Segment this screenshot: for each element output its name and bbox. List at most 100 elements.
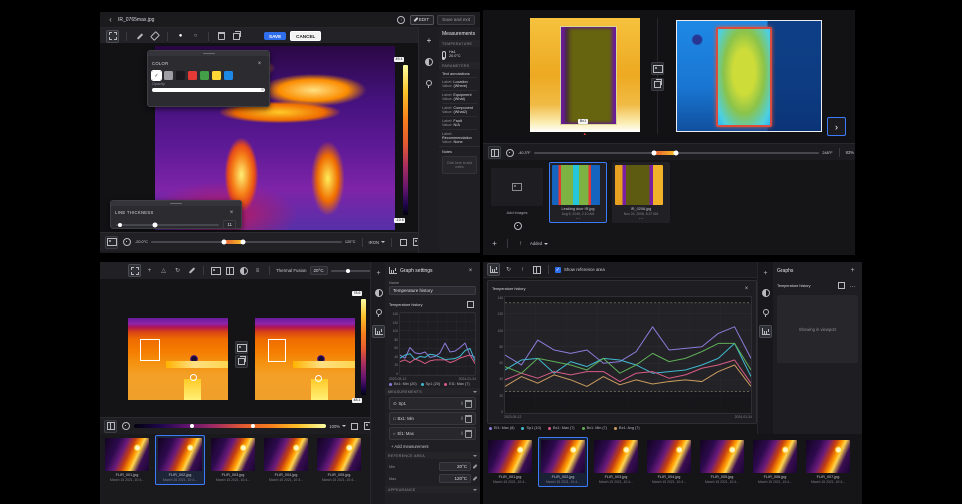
locate-icon[interactable] (512, 220, 523, 231)
color-swatch[interactable] (176, 71, 185, 80)
split-mode-icon[interactable] (224, 265, 235, 276)
measurement-row[interactable]: □ Bx1: Min ‖ (389, 412, 476, 425)
layout-icon[interactable] (531, 264, 542, 275)
export-icon[interactable]: ↑ (517, 264, 528, 275)
chart-icon[interactable] (372, 325, 385, 338)
lightbulb-icon[interactable] (424, 77, 435, 88)
chart-icon[interactable] (759, 325, 772, 338)
range-slider[interactable] (151, 241, 342, 243)
annotation-field[interactable]: Label: Component Value: (What2) (442, 103, 477, 116)
add-measurement-icon[interactable]: + (424, 35, 435, 46)
reference-section-header[interactable]: Reference area (385, 452, 480, 459)
filmstrip-thumb[interactable]: FLIR_002.jpg March 15 2021, 10:4... (155, 435, 205, 485)
thermal-image-left[interactable]: Bx1 ▲ (530, 18, 640, 132)
rotate-icon[interactable]: ↻ (172, 265, 183, 276)
color-swatch[interactable] (164, 71, 173, 80)
spot-measurement-row[interactable]: Hs1 20.0°C (439, 47, 480, 62)
color-swatch[interactable]: ✓ (152, 71, 161, 80)
measurement-row[interactable]: ⊙ Sp1 ‖ (389, 397, 476, 410)
lightbulb-icon[interactable] (760, 306, 771, 317)
sort-dropdown[interactable]: Added (530, 241, 548, 246)
palette-toggle-icon[interactable] (104, 420, 117, 433)
fusion-mode-label[interactable]: Thermal Fusion (276, 268, 307, 273)
annotation-field[interactable]: Label: Recommendation Value: None (442, 129, 477, 146)
add-measurement-icon[interactable]: + (760, 268, 771, 279)
close-icon[interactable]: × (226, 207, 237, 218)
delta-tool-button[interactable]: △ (158, 265, 169, 276)
filled-circle-tool-button[interactable]: ● (175, 31, 186, 42)
filmstrip-thumb[interactable]: FLIR_005.jpg March 15 2021, 10:4... (697, 437, 747, 487)
filmstrip-thumb[interactable]: FLIR_001.jpg March 15 2021, 10:4... (485, 437, 535, 487)
reference-min-input[interactable]: 20°C (439, 462, 471, 471)
sync-pan-icon[interactable] (235, 341, 248, 354)
pen-tool-button[interactable] (134, 31, 145, 42)
close-icon[interactable]: × (465, 265, 476, 276)
outline-circle-tool-button[interactable]: ○ (190, 31, 201, 42)
graph-name-input[interactable]: Temperature history (389, 286, 476, 295)
select-tool-button[interactable] (106, 30, 119, 43)
fit-view-icon[interactable] (349, 421, 360, 432)
range-slider[interactable] (534, 152, 820, 154)
close-icon[interactable]: × (741, 283, 752, 294)
levels-icon[interactable]: ≡ (252, 265, 263, 276)
blend-mode-icon[interactable] (238, 265, 249, 276)
expand-icon[interactable] (465, 299, 476, 310)
image-mode-icon[interactable] (210, 265, 221, 276)
filmstrip-thumb[interactable]: FLIR_005.jpg March 15 2021, 10:4... (314, 435, 364, 485)
filmstrip-thumb[interactable]: FLIR_001.jpg March 15 2021, 10:4... (102, 435, 152, 485)
thermal-image-right[interactable] (255, 318, 355, 400)
refresh-icon[interactable]: ↻ (503, 264, 514, 275)
opacity-slider[interactable] (152, 88, 265, 92)
color-swatch[interactable] (188, 71, 197, 80)
chart-view-icon[interactable] (487, 263, 500, 276)
appearance-section-header[interactable]: Appearance (385, 486, 480, 493)
link-images-icon[interactable] (651, 78, 664, 91)
spot-tool-button[interactable]: + (144, 265, 155, 276)
edit-button[interactable]: EDIT (410, 15, 434, 25)
zoom-dropdown[interactable]: 83% (846, 150, 855, 155)
box-annotation[interactable] (140, 339, 160, 361)
palette-toggle-icon[interactable] (105, 236, 118, 249)
back-icon[interactable]: ‹ (105, 14, 116, 25)
trash-icon[interactable] (465, 415, 472, 423)
notes-placeholder[interactable]: Click here to add notes (442, 156, 477, 174)
box-annotation[interactable] (268, 339, 286, 362)
thumb-menu-icon[interactable]: … (552, 216, 604, 220)
filmstrip-thumb[interactable]: FLIR_002.jpg March 15 2021, 10:4... (538, 437, 588, 487)
contrast-icon[interactable] (760, 287, 771, 298)
measurement-row[interactable]: ○ El1: Max ‖ (389, 427, 476, 440)
annotation-field[interactable]: Label: Location Value: (Where) (442, 77, 477, 90)
info-icon[interactable]: i (396, 14, 407, 25)
add-measurement-icon[interactable]: + (373, 268, 384, 279)
add-graph-icon[interactable]: + (847, 265, 858, 276)
annotation-field[interactable]: Label: Fault Value: N/A (442, 116, 477, 129)
sort-direction-icon[interactable]: ↑ (515, 238, 526, 249)
contrast-icon[interactable] (424, 56, 435, 67)
trash-icon[interactable] (465, 430, 472, 438)
text-tool-button[interactable] (186, 265, 197, 276)
compare-thumb-card[interactable]: Leaking door IR.jpg Aug 5, 2045, 2:10 AM… (549, 162, 607, 223)
graph-item-label[interactable]: Temperature history (777, 284, 811, 288)
more-menu-icon[interactable]: … (847, 280, 858, 291)
trash-icon[interactable] (465, 400, 472, 408)
filmstrip-thumb[interactable]: FLIR_003.jpg March 15 2021, 10:4... (208, 435, 258, 485)
link-icon[interactable]: ‖ (461, 431, 463, 436)
fit-view-icon[interactable] (398, 237, 409, 248)
eraser-tool-button[interactable] (149, 31, 160, 42)
auto-adjust-icon[interactable] (120, 421, 131, 432)
thumb-menu-icon[interactable]: … (615, 216, 667, 220)
contrast-icon[interactable] (373, 287, 384, 298)
add-measurement-button[interactable]: + Add measurement (385, 440, 480, 452)
edit-icon[interactable] (473, 476, 478, 481)
show-reference-checkbox[interactable]: ✓ (555, 267, 561, 273)
compare-thumb-card[interactable]: IR_0206.jpg Nov 24, 2008, 8:27 AM … (612, 162, 670, 223)
zoom-dropdown[interactable]: 100% (329, 424, 346, 429)
add-icon[interactable]: + (489, 238, 500, 249)
color-dialog[interactable]: COLOR × ✓ Opacity (147, 50, 270, 107)
auto-adjust-icon[interactable] (504, 147, 515, 158)
select-tool-button[interactable] (128, 264, 141, 277)
save-button[interactable]: SAVE (264, 32, 286, 40)
filmstrip-thumb[interactable]: FLIR_003.jpg March 15 2021, 10:4... (591, 437, 641, 487)
annotation-field[interactable]: Label: Equipment Value: (What) (442, 90, 477, 103)
spot-annotation[interactable] (190, 374, 197, 381)
